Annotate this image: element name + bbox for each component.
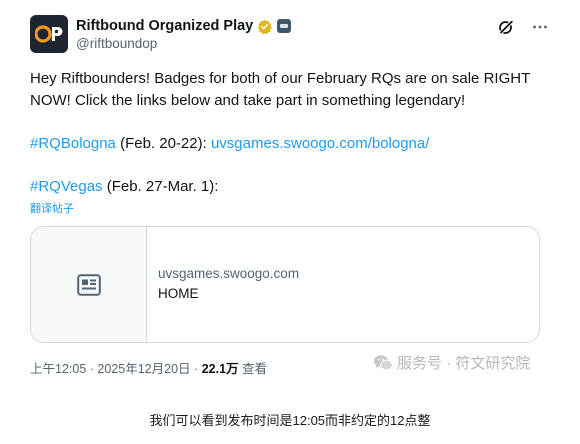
post-meta: 上午12:05 · 2025年12月20日 · 22.1万 查看 <box>30 358 267 377</box>
card-body: uvsgames.swoogo.com HOME <box>147 227 299 342</box>
name-row: Riftbound Organized Play <box>76 17 292 35</box>
bologna-dates: (Feb. 20-22): <box>115 134 211 152</box>
post-time[interactable]: 上午12:05 <box>30 362 86 376</box>
tweet-vegas-line: #RQVegas (Feb. 27-Mar. 1): <box>30 176 555 198</box>
tweet-text: Hey Riftbounders! Badges for both of our… <box>30 68 555 197</box>
meta-separator: · <box>89 362 94 376</box>
translate-post-link[interactable]: 翻译帖子 <box>30 200 74 216</box>
avatar[interactable] <box>30 15 68 53</box>
more-options-icon[interactable] <box>530 17 550 37</box>
header-actions <box>496 17 550 37</box>
link-card[interactable]: uvsgames.swoogo.com HOME <box>30 226 540 343</box>
article-icon <box>76 273 101 296</box>
verified-badge-icon[interactable] <box>257 19 273 34</box>
post-header: Riftbound Organized Play @riftboundop <box>30 15 550 55</box>
handle[interactable]: @riftboundop <box>76 36 157 51</box>
op-logo-icon <box>35 25 63 43</box>
image-caption: 我们可以看到发布时间是12:05而非约定的12点整 <box>149 413 431 428</box>
post-date[interactable]: 2025年12月20日 <box>97 362 190 376</box>
tweet-bologna-line: #RQBologna (Feb. 20-22): uvsgames.swoogo… <box>30 133 555 155</box>
meta-separator: · <box>194 362 199 376</box>
card-title: HOME <box>158 285 199 301</box>
hashtag-rqvegas[interactable]: #RQVegas <box>30 178 103 195</box>
watermark-text: 服务号 · 符文研究院 <box>397 355 531 372</box>
grok-icon[interactable] <box>496 17 516 37</box>
wechat-icon <box>374 354 393 370</box>
views-count[interactable]: 22.1万 <box>202 362 239 376</box>
watermark: 服务号 · 符文研究院 <box>373 352 530 373</box>
card-thumbnail <box>31 227 147 342</box>
vegas-dates: (Feb. 27-Mar. 1): <box>102 177 219 195</box>
bologna-link[interactable]: uvsgames.swoogo.com/bologna/ <box>211 135 429 152</box>
display-name[interactable]: Riftbound Organized Play <box>76 18 253 34</box>
affiliate-badge-icon[interactable] <box>277 19 292 33</box>
hashtag-rqbologna[interactable]: #RQBologna <box>30 135 116 152</box>
views-label: 查看 <box>242 362 268 376</box>
tweet-intro: Hey Riftbounders! Badges for both of our… <box>30 70 530 109</box>
card-domain: uvsgames.swoogo.com <box>158 265 300 281</box>
